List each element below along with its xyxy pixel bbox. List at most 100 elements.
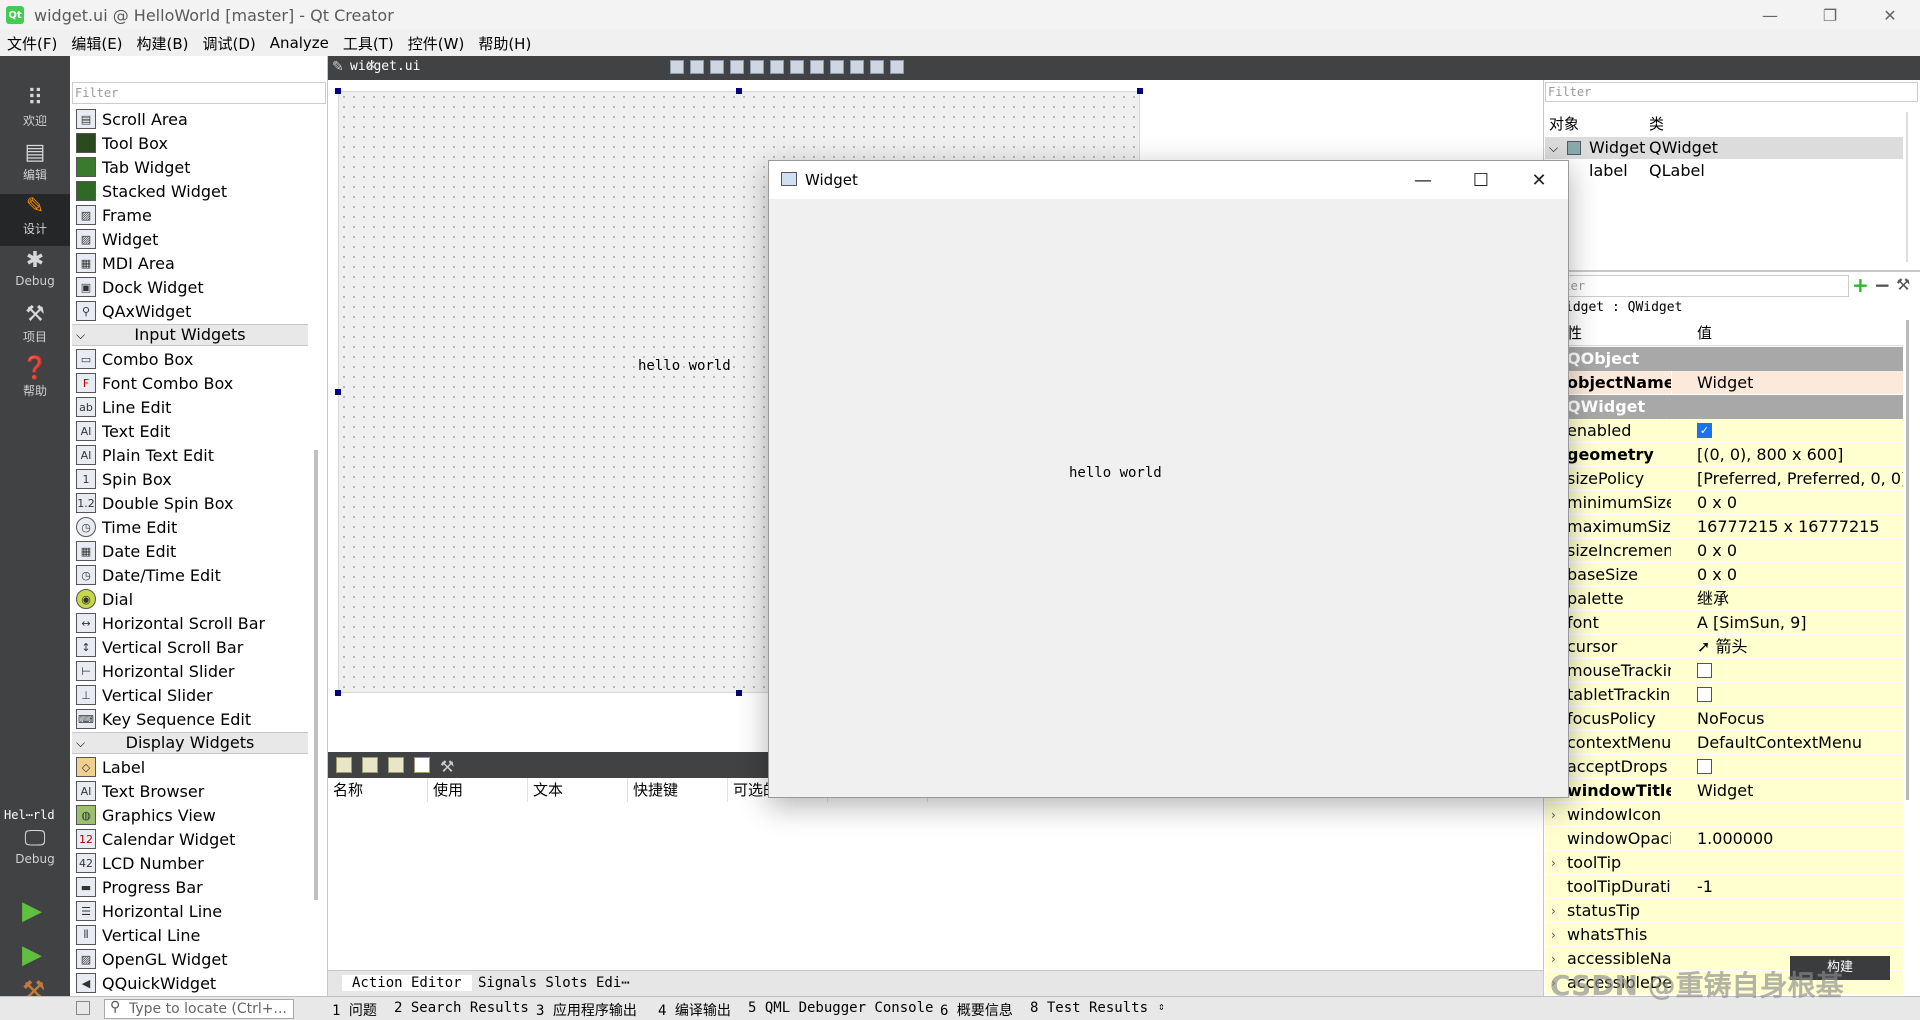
break-layout-icon[interactable] — [870, 60, 884, 74]
property-value[interactable] — [1697, 803, 1903, 827]
property-row[interactable]: objectName Widget — [1545, 371, 1903, 395]
property-row[interactable]: cursor ➚ 箭头 — [1545, 635, 1903, 659]
property-value[interactable]: ✓ — [1697, 419, 1903, 443]
chevron-right-icon[interactable]: › — [1551, 923, 1556, 947]
status-general-messages[interactable]: 6 概要信息 — [940, 1000, 1013, 1020]
tab-action-editor[interactable]: Action Editor — [342, 975, 472, 991]
new-action-icon[interactable] — [336, 757, 352, 773]
property-value[interactable]: Widget — [1697, 371, 1903, 395]
paste-action-icon[interactable] — [388, 757, 404, 773]
widget-item[interactable]: ↔ Horizontal Scroll Bar — [72, 611, 308, 635]
kit-selector[interactable]: 🖵 Debug — [0, 826, 70, 878]
runtime-close-button[interactable]: ✕ — [1510, 161, 1568, 199]
resize-handle[interactable] — [335, 389, 341, 395]
debug-run-icon[interactable]: ▶ — [22, 940, 42, 970]
status-qml-console[interactable]: 5 QML Debugger Console — [748, 1000, 933, 1016]
column-header[interactable]: 值 — [1697, 320, 1712, 345]
property-value[interactable]: 0 x 0 — [1697, 539, 1903, 563]
widget-item[interactable]: ▬ Progress Bar — [72, 875, 308, 899]
widget-item[interactable]: AI Plain Text Edit — [72, 443, 308, 467]
property-value[interactable]: 0 x 0 — [1697, 563, 1903, 587]
edit-buddies-icon[interactable] — [710, 60, 724, 74]
property-row[interactable]: ›maximumSize16777215 x 16777215 — [1545, 515, 1903, 539]
property-row[interactable]: windowOpacity 1.000000 — [1545, 827, 1903, 851]
widget-item[interactable]: AI Text Browser — [72, 779, 308, 803]
mode-design[interactable]: ✎ 设计 — [0, 194, 70, 246]
property-value[interactable]: 16777215 x 16777215 — [1697, 515, 1903, 539]
menu-file[interactable]: 文件(F) — [5, 33, 59, 54]
close-file-icon[interactable]: ✕ — [366, 58, 380, 72]
property-value[interactable]: DefaultContextMenu — [1697, 731, 1903, 755]
edit-tab-order-icon[interactable] — [730, 60, 744, 74]
property-value[interactable]: 继承 — [1697, 587, 1903, 611]
layout-vsplitter-icon[interactable] — [810, 60, 824, 74]
menu-build[interactable]: 构建(B) — [135, 33, 191, 54]
menu-edit[interactable]: 编辑(E) — [69, 33, 124, 54]
column-header[interactable]: 名称 — [328, 778, 428, 802]
property-row[interactable]: ›baseSize0 x 0 — [1545, 563, 1903, 587]
run-icon[interactable]: ▶ — [22, 896, 42, 926]
property-value[interactable] — [1697, 683, 1903, 707]
form-label-hello[interactable]: hello world — [638, 358, 731, 374]
add-property-icon[interactable]: + — [1852, 275, 1869, 295]
mode-edit[interactable]: ▤ 编辑 — [0, 140, 70, 192]
locator-input[interactable]: Type to locate (Ctrl+... — [104, 999, 294, 1019]
section-qobject[interactable]: QObject — [1545, 347, 1903, 371]
property-row[interactable]: ›fontA [SimSun, 9] — [1545, 611, 1903, 635]
widget-item[interactable]: ⦀ Vertical Line — [72, 923, 308, 947]
property-value[interactable] — [1697, 851, 1903, 875]
widget-item[interactable]: ab Line Edit — [72, 395, 308, 419]
layout-horizontal-icon[interactable] — [750, 60, 764, 74]
widget-item[interactable]: F Font Combo Box — [72, 371, 308, 395]
checkbox-unchecked[interactable] — [1697, 687, 1712, 702]
property-row[interactable]: ›geometry[(0, 0), 800 x 600] — [1545, 443, 1903, 467]
widget-filter-input[interactable]: Filter — [72, 82, 326, 104]
property-row[interactable]: tabletTracking — [1545, 683, 1903, 707]
resize-handle[interactable] — [335, 88, 341, 94]
resize-handle[interactable] — [1137, 88, 1143, 94]
mode-welcome[interactable]: ⠿ 欢迎 — [0, 86, 70, 138]
mode-help[interactable]: ❓ 帮助 — [0, 356, 70, 408]
property-row[interactable]: › toolTip — [1545, 851, 1903, 875]
widget-item[interactable]: ◷ Time Edit — [72, 515, 308, 539]
widget-item[interactable]: AI Text Edit — [72, 419, 308, 443]
widget-item[interactable]: ▦ MDI Area — [72, 251, 308, 275]
widget-item[interactable]: ▨ Frame — [72, 203, 308, 227]
property-value[interactable]: ➚ 箭头 — [1697, 635, 1903, 659]
status-test-results[interactable]: 8 Test Results — [1030, 1000, 1148, 1016]
property-scrollbar[interactable] — [1906, 320, 1909, 800]
resize-handle[interactable] — [335, 690, 341, 696]
configure-icon[interactable]: ⚒ — [1896, 275, 1910, 295]
column-header[interactable]: 对象 — [1545, 112, 1645, 136]
property-row[interactable]: ›sizePolicy[Preferred, Preferred, 0, 0] — [1545, 467, 1903, 491]
category-input-widgets[interactable]: ⌵ Input Widgets — [72, 324, 308, 346]
chevron-right-icon[interactable]: › — [1551, 803, 1556, 827]
menu-debug[interactable]: 调试(D) — [201, 33, 258, 54]
adjust-size-icon[interactable] — [890, 60, 904, 74]
widget-item[interactable]: ▨ Widget — [72, 227, 308, 251]
widget-item[interactable]: 1.2 Double Spin Box — [72, 491, 308, 515]
property-value[interactable]: 1.000000 — [1697, 827, 1903, 851]
widget-item[interactable]: 1 Spin Box — [72, 467, 308, 491]
property-value[interactable]: NoFocus — [1697, 707, 1903, 731]
object-scrollbar[interactable] — [1906, 112, 1908, 262]
status-app-output[interactable]: 3 应用程序输出 — [536, 1000, 637, 1020]
object-row-widget[interactable]: ⌵ Widget QWidget — [1545, 137, 1903, 159]
property-row[interactable]: enabled ✓ — [1545, 419, 1903, 443]
open-file-name[interactable]: widget.ui — [350, 59, 420, 74]
remove-property-icon[interactable]: − — [1874, 275, 1891, 295]
widget-item[interactable]: Tab Widget — [72, 155, 308, 179]
edit-widgets-icon[interactable] — [670, 60, 684, 74]
property-row[interactable]: toolTipDuration -1 — [1545, 875, 1903, 899]
layout-form-icon[interactable] — [830, 60, 844, 74]
property-row[interactable]: mouseTracking — [1545, 659, 1903, 683]
mode-debug[interactable]: ✱ Debug — [0, 248, 70, 300]
layout-hsplitter-icon[interactable] — [790, 60, 804, 74]
widget-item[interactable]: ◀ QQuickWidget — [72, 971, 308, 995]
runtime-minimize-button[interactable]: — — [1394, 161, 1452, 199]
menu-analyze[interactable]: Analyze — [268, 34, 331, 52]
tab-signals-slots[interactable]: Signals Slots Edi⋯ — [478, 975, 630, 991]
widget-item[interactable]: ⊥ Vertical Slider — [72, 683, 308, 707]
runtime-maximize-button[interactable]: ☐ — [1452, 161, 1510, 199]
widget-item[interactable]: ▤ Scroll Area — [72, 107, 308, 131]
